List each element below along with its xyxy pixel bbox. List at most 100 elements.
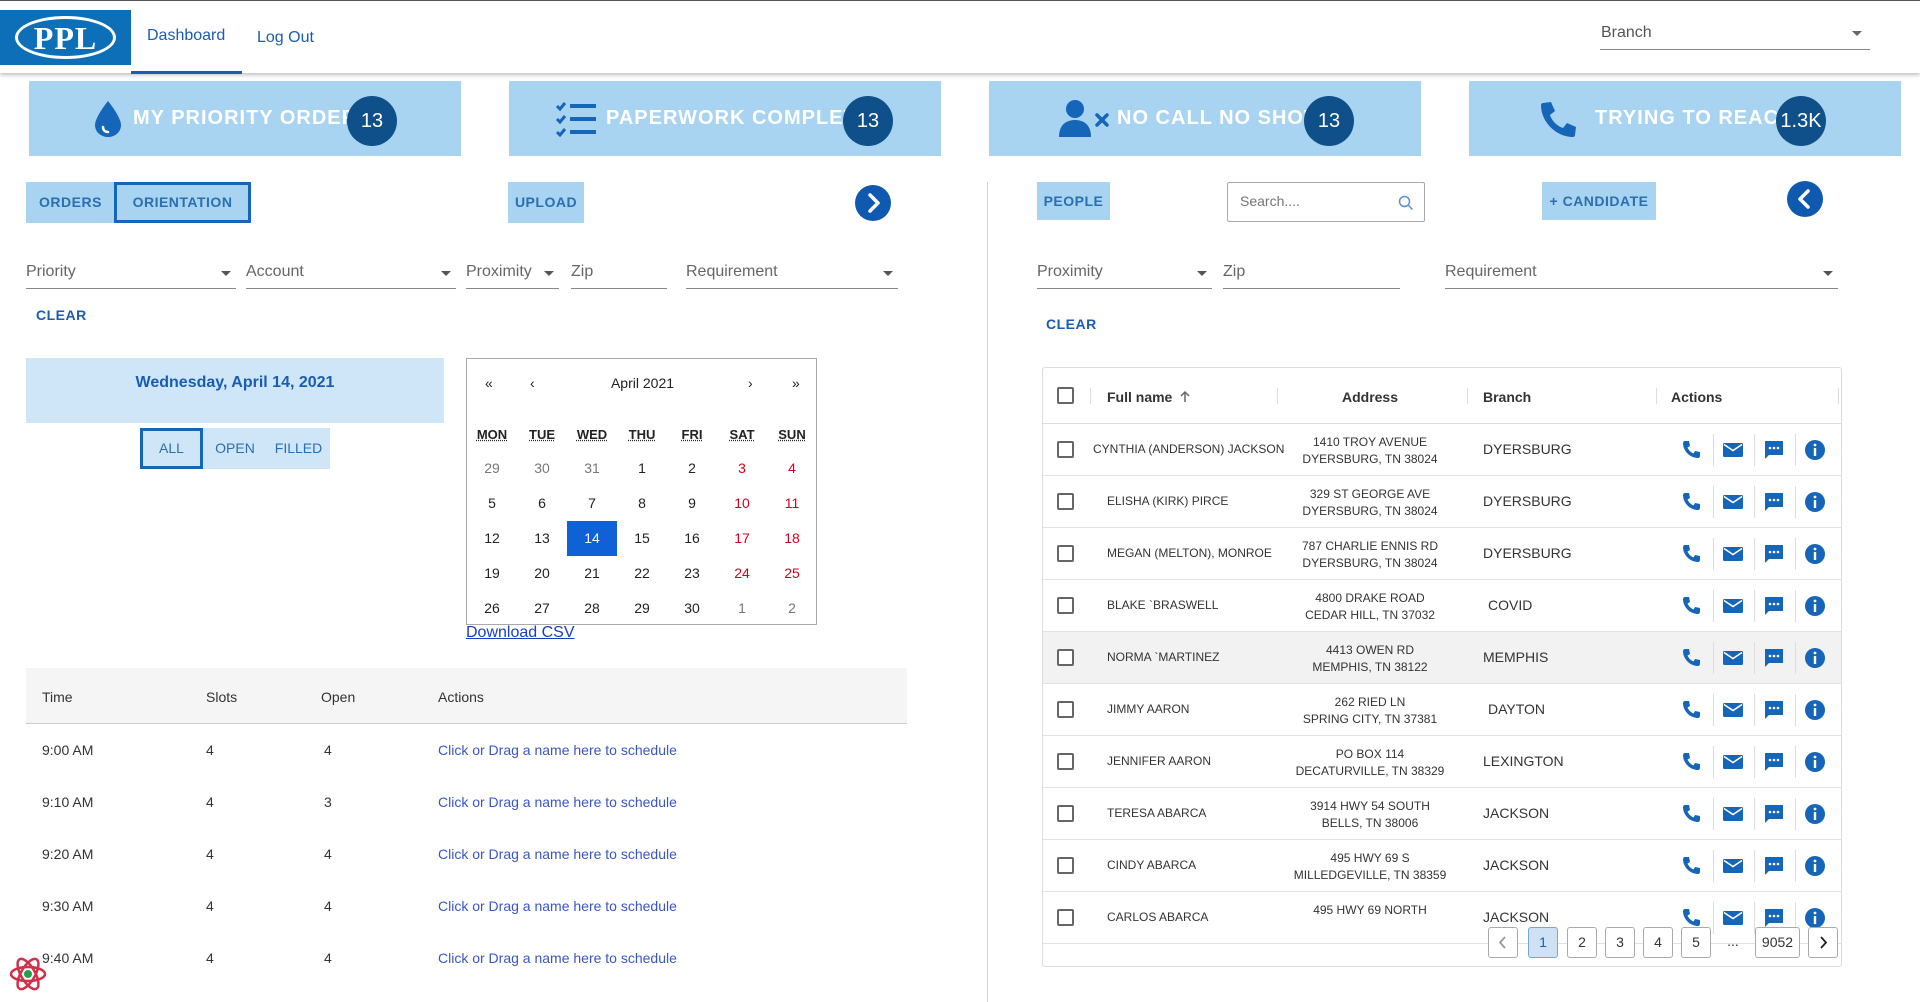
calendar-day[interactable]: 10 (717, 486, 767, 521)
calendar-day[interactable]: 12 (467, 521, 517, 556)
call-icon[interactable] (1680, 698, 1704, 722)
row-checkbox[interactable] (1057, 597, 1074, 614)
calendar-day[interactable]: 13 (517, 521, 567, 556)
column-header-full-name[interactable]: Full name (1107, 389, 1172, 405)
calendar-day[interactable]: 2 (767, 591, 817, 626)
candidate-name[interactable]: NORMA `MARTINEZ (1107, 650, 1219, 664)
nav-dashboard[interactable]: Dashboard (147, 27, 225, 45)
table-row[interactable]: ELISHA (KIRK) PIRCE 329 ST GEORGE AVE DYER… (1043, 476, 1841, 528)
candidate-name[interactable]: CYNTHIA (ANDERSON) JACKSON (1093, 442, 1284, 456)
table-row[interactable]: MEGAN (MELTON), MONROE 787 CHARLIE ENNIS … (1043, 528, 1841, 580)
row-checkbox[interactable] (1057, 857, 1074, 874)
row-checkbox[interactable] (1057, 805, 1074, 822)
email-icon[interactable] (1721, 490, 1745, 514)
pager-page-button[interactable]: 2 (1567, 927, 1597, 958)
sms-icon[interactable] (1762, 438, 1786, 462)
calendar-day[interactable]: 15 (617, 521, 667, 556)
sms-icon[interactable] (1762, 750, 1786, 774)
call-icon[interactable] (1680, 854, 1704, 878)
sms-icon[interactable] (1762, 490, 1786, 514)
call-icon[interactable] (1680, 594, 1704, 618)
card-trying-to-reach[interactable]: TRYING TO REACH 1.3K (1469, 81, 1901, 156)
filter-filled-button[interactable]: FILLED (267, 428, 330, 469)
email-icon[interactable] (1721, 698, 1745, 722)
pager-page-button[interactable]: 9052 (1755, 927, 1800, 958)
candidate-name[interactable]: CINDY ABARCA (1107, 858, 1196, 872)
tab-orientation[interactable]: ORIENTATION (114, 182, 251, 223)
pager-prev-button[interactable] (1488, 927, 1518, 958)
calendar-day[interactable]: 2 (667, 451, 717, 486)
calendar-day[interactable]: 20 (517, 556, 567, 591)
schedule-drop-target[interactable]: Click or Drag a name here to schedule (438, 898, 677, 914)
sms-icon[interactable] (1762, 698, 1786, 722)
info-icon[interactable] (1803, 802, 1827, 826)
calendar-day[interactable]: 5 (467, 486, 517, 521)
sms-icon[interactable] (1762, 542, 1786, 566)
next-month-button[interactable]: › (748, 375, 753, 391)
ppl-logo[interactable]: PPL (0, 10, 131, 65)
row-checkbox[interactable] (1057, 649, 1074, 666)
people-search[interactable] (1227, 182, 1425, 222)
pager-next-button[interactable] (1808, 927, 1838, 958)
calendar-day[interactable]: 11 (767, 486, 817, 521)
download-csv-link[interactable]: Download CSV (466, 624, 575, 642)
call-icon[interactable] (1680, 750, 1704, 774)
calendar-day[interactable]: 9 (667, 486, 717, 521)
call-icon[interactable] (1680, 438, 1704, 462)
info-icon[interactable] (1803, 542, 1827, 566)
people-requirement-select[interactable]: Requirement (1445, 259, 1838, 289)
candidate-name[interactable]: JENNIFER AARON (1107, 754, 1211, 768)
filter-open-button[interactable]: OPEN (203, 428, 267, 469)
card-paperwork-complete[interactable]: PAPERWORK COMPLETE 13 (509, 81, 941, 156)
call-icon[interactable] (1680, 802, 1704, 826)
calendar-day[interactable]: 16 (667, 521, 717, 556)
filter-all-button[interactable]: ALL (140, 428, 203, 469)
table-row[interactable]: JIMMY AARON 262 RIED LN SPRING CITY, TN 37… (1043, 684, 1841, 736)
tab-orders[interactable]: ORDERS (26, 182, 115, 223)
table-row[interactable]: CYNTHIA (ANDERSON) JACKSON 1410 TROY AVEN… (1043, 424, 1841, 476)
info-icon[interactable] (1803, 854, 1827, 878)
email-icon[interactable] (1721, 750, 1745, 774)
calendar-day[interactable]: 24 (717, 556, 767, 591)
email-icon[interactable] (1721, 542, 1745, 566)
pager-page-button[interactable]: 1 (1528, 927, 1558, 958)
select-all-checkbox[interactable] (1057, 387, 1074, 404)
call-icon[interactable] (1680, 646, 1704, 670)
info-icon[interactable] (1803, 698, 1827, 722)
search-input[interactable] (1240, 193, 1390, 209)
pager-page-button[interactable]: 3 (1605, 927, 1635, 958)
schedule-drop-target[interactable]: Click or Drag a name here to schedule (438, 846, 677, 862)
info-icon[interactable] (1803, 490, 1827, 514)
sms-icon[interactable] (1762, 854, 1786, 878)
sms-icon[interactable] (1762, 594, 1786, 618)
calendar-day[interactable]: 30 (667, 591, 717, 626)
info-icon[interactable] (1803, 750, 1827, 774)
table-row[interactable]: NORMA `MARTINEZ 4413 OWEN RD MEMPHIS, TN 3… (1043, 632, 1841, 684)
calendar-day[interactable]: 21 (567, 556, 617, 591)
sort-ascending-icon[interactable] (1178, 390, 1192, 404)
card-no-call-no-show[interactable]: NO CALL NO SHOW 13 (989, 81, 1421, 156)
calendar-day[interactable]: 1 (717, 591, 767, 626)
table-row[interactable]: JENNIFER AARON PO BOX 114 DECATURVILLE, TN… (1043, 736, 1841, 788)
account-select[interactable]: Account (246, 259, 456, 289)
row-checkbox[interactable] (1057, 493, 1074, 510)
card-my-priority-orders[interactable]: MY PRIORITY ORDERS 13 (29, 81, 461, 156)
calendar-month-title[interactable]: April 2021 (467, 375, 818, 391)
priority-select[interactable]: Priority (26, 259, 236, 289)
calendar-day[interactable]: 1 (617, 451, 667, 486)
schedule-drop-target[interactable]: Click or Drag a name here to schedule (438, 950, 677, 966)
info-icon[interactable] (1803, 594, 1827, 618)
calendar-day[interactable]: 18 (767, 521, 817, 556)
candidate-name[interactable]: TERESA ABARCA (1107, 806, 1206, 820)
calendar-day[interactable]: 19 (467, 556, 517, 591)
people-proximity-select[interactable]: Proximity (1037, 259, 1212, 289)
row-checkbox[interactable] (1057, 701, 1074, 718)
sms-icon[interactable] (1762, 802, 1786, 826)
calendar-day[interactable]: 22 (617, 556, 667, 591)
call-icon[interactable] (1680, 490, 1704, 514)
row-checkbox[interactable] (1057, 909, 1074, 926)
add-candidate-button[interactable]: + CANDIDATE (1542, 182, 1656, 220)
clear-filters-button[interactable]: CLEAR (36, 307, 87, 323)
candidate-name[interactable]: MEGAN (MELTON), MONROE (1107, 546, 1272, 560)
calendar-day[interactable]: 29 (467, 451, 517, 486)
